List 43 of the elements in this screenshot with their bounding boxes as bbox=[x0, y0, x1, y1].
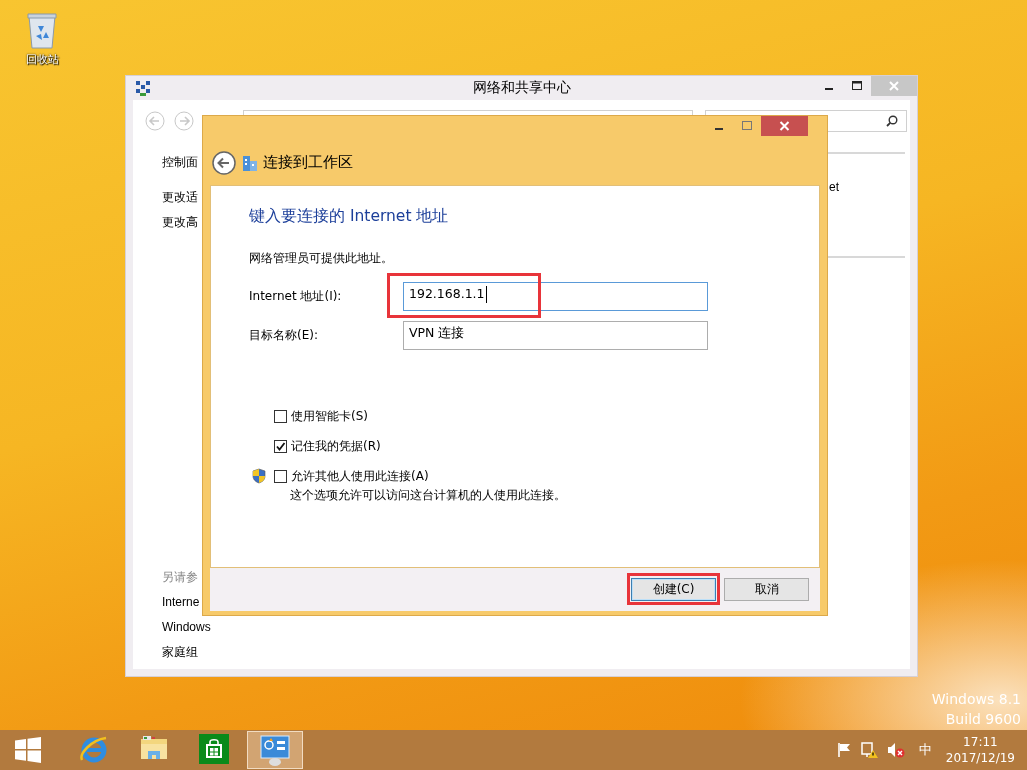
store-icon bbox=[199, 734, 231, 766]
field-label: 目标名称(E): bbox=[249, 327, 319, 344]
network-icon bbox=[135, 80, 151, 96]
dialog-title: 连接到工作区 bbox=[263, 153, 353, 172]
field-label: Internet 地址(I): bbox=[249, 288, 343, 305]
flag-icon[interactable] bbox=[836, 742, 853, 758]
description-text: 这个选项允许可以访问这台计算机的人使用此连接。 bbox=[289, 487, 567, 504]
description-text: 网络管理员可提供此地址。 bbox=[249, 250, 394, 266]
network-warning-icon[interactable] bbox=[860, 741, 879, 759]
start-button-icon[interactable] bbox=[15, 737, 41, 763]
window-title: 网络和共享中心 bbox=[472, 79, 571, 97]
sidebar-link[interactable]: 更改适 bbox=[162, 189, 198, 206]
search-icon bbox=[886, 115, 898, 127]
edition-text: Windows 8.1 bbox=[931, 690, 1021, 708]
dialog-button[interactable]: 取消 bbox=[724, 578, 809, 601]
sidebar-link[interactable]: Interne bbox=[162, 594, 200, 611]
checkbox-label[interactable]: 使用智能卡(S) bbox=[291, 407, 368, 425]
building-icon bbox=[242, 153, 258, 172]
clock-time[interactable]: 17:11 bbox=[963, 734, 998, 750]
edition-text: Build 9600 bbox=[945, 710, 1021, 728]
input-field[interactable]: VPN 连接 bbox=[403, 321, 708, 350]
checkbox-label[interactable]: 记住我的凭据(R) bbox=[291, 437, 381, 455]
sidebar-link[interactable]: 家庭组 bbox=[162, 644, 198, 661]
clock-date[interactable]: 2017/12/19 bbox=[945, 750, 1015, 766]
instruction-heading: 键入要连接的 Internet 地址 bbox=[249, 206, 450, 226]
section-heading: 另请参 bbox=[162, 569, 198, 586]
sidebar-link[interactable]: Windows bbox=[162, 619, 211, 636]
checkbox[interactable] bbox=[274, 439, 287, 453]
text-cursor bbox=[485, 286, 487, 303]
recycle-bin-icon[interactable] bbox=[24, 10, 60, 50]
close-icon[interactable] bbox=[761, 116, 808, 136]
input-field[interactable]: 192.168.1.1 bbox=[403, 282, 708, 311]
checkbox[interactable] bbox=[274, 469, 287, 483]
sidebar-link[interactable]: 更改高 bbox=[162, 214, 198, 231]
taskbar-button[interactable] bbox=[247, 731, 303, 769]
speaker-muted-icon[interactable] bbox=[886, 741, 905, 759]
input-method-indicator[interactable]: 中 bbox=[918, 741, 932, 759]
control-panel-icon bbox=[259, 734, 291, 766]
link-text[interactable]: et bbox=[829, 180, 839, 194]
dialog-button[interactable]: 创建(C) bbox=[631, 578, 716, 601]
checkbox-label[interactable]: 允许其他人使用此连接(A) bbox=[291, 467, 429, 485]
sidebar-link[interactable]: 控制面 bbox=[162, 154, 198, 171]
checkbox[interactable] bbox=[274, 409, 287, 423]
